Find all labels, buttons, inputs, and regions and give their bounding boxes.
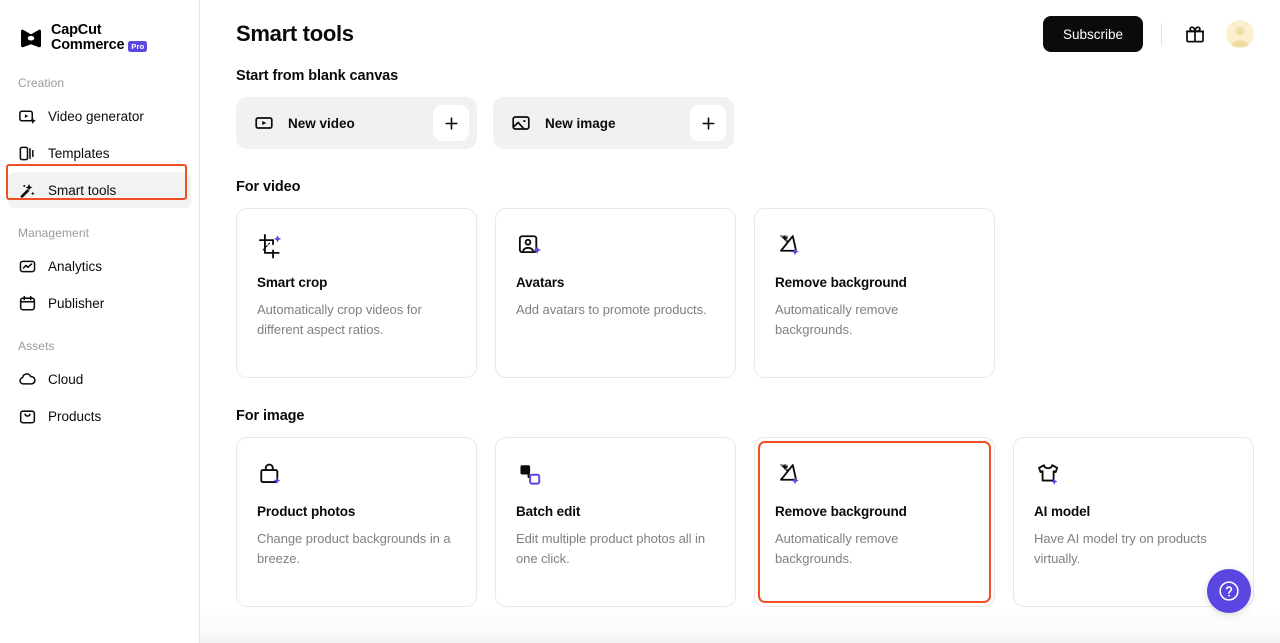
sidebar-item-label: Publisher <box>48 296 104 311</box>
publisher-calendar-icon <box>18 294 37 313</box>
sidebar-item-products[interactable]: Products <box>8 398 191 434</box>
sidebar-item-label: Video generator <box>48 109 144 124</box>
smart-crop-icon <box>257 231 456 261</box>
video-generator-icon <box>18 107 37 126</box>
cloud-icon <box>18 370 37 389</box>
blank-canvas-row: New video New i <box>236 97 1254 149</box>
tool-card-title: Product photos <box>257 504 456 519</box>
section-heading-for-image: For image <box>236 408 1254 424</box>
bottom-fade-overlay <box>200 607 1280 643</box>
top-bar-actions: Subscribe <box>1043 16 1254 52</box>
ai-model-shirt-icon <box>1034 460 1233 490</box>
magic-wand-icon <box>18 181 37 200</box>
sidebar-item-label: Smart tools <box>48 183 116 198</box>
analytics-icon <box>18 257 37 276</box>
tool-card-description: Add avatars to promote products. <box>516 300 715 320</box>
sidebar-item-publisher[interactable]: Publisher <box>8 285 191 321</box>
new-video-button[interactable]: New video <box>236 97 477 149</box>
avatars-icon <box>516 231 715 261</box>
sidebar-section-label-assets: Assets <box>0 339 199 353</box>
product-photos-icon <box>257 460 456 490</box>
tool-card-title: Avatars <box>516 275 715 290</box>
tool-card-description: Change product backgrounds in a breeze. <box>257 529 456 569</box>
main-content: Smart tools Subscribe <box>200 0 1280 643</box>
tool-card-title: Smart crop <box>257 275 456 290</box>
tool-card-title: Remove background <box>775 275 974 290</box>
sidebar: CapCut Commerce Pro Creation Video gener… <box>0 0 200 643</box>
templates-icon <box>18 144 37 163</box>
user-avatar[interactable] <box>1226 20 1254 48</box>
sidebar-item-smart-tools[interactable]: Smart tools <box>8 172 191 208</box>
sidebar-item-label: Cloud <box>48 372 83 387</box>
for-image-card-row: Product photos Change product background… <box>236 437 1254 607</box>
sidebar-item-video-generator[interactable]: Video generator <box>8 98 191 134</box>
tool-card-remove-background-video[interactable]: Remove background Automatically remove b… <box>754 208 995 378</box>
new-image-button[interactable]: New image <box>493 97 734 149</box>
batch-edit-icon <box>516 460 715 490</box>
tool-card-title: AI model <box>1034 504 1233 519</box>
page-title: Smart tools <box>236 21 354 47</box>
capcut-bowtie-logo-icon <box>18 25 44 51</box>
gift-icon[interactable] <box>1180 19 1210 49</box>
new-image-label: New image <box>545 116 690 131</box>
brand-name-line1: CapCut <box>51 23 147 38</box>
tool-card-title: Batch edit <box>516 504 715 519</box>
toolbar-divider <box>1161 23 1162 45</box>
remove-background-icon <box>775 460 974 490</box>
app-root: CapCut Commerce Pro Creation Video gener… <box>0 0 1280 643</box>
section-heading-for-video: For video <box>236 179 1254 195</box>
content-area: Start from blank canvas New video <box>200 68 1280 607</box>
tool-card-smart-crop[interactable]: Smart crop Automatically crop videos for… <box>236 208 477 378</box>
remove-background-icon <box>775 231 974 261</box>
brand-name-line2: Commerce <box>51 38 124 53</box>
subscribe-button[interactable]: Subscribe <box>1043 16 1143 52</box>
tool-card-description: Have AI model try on products virtually. <box>1034 529 1233 569</box>
sidebar-item-label: Templates <box>48 146 110 161</box>
tool-card-batch-edit[interactable]: Batch edit Edit multiple product photos … <box>495 437 736 607</box>
tool-card-description: Automatically crop videos for different … <box>257 300 456 340</box>
sidebar-item-label: Analytics <box>48 259 102 274</box>
image-icon <box>511 113 531 133</box>
sidebar-section-label-management: Management <box>0 226 199 240</box>
tool-card-avatars[interactable]: Avatars Add avatars to promote products. <box>495 208 736 378</box>
tool-card-remove-background-image[interactable]: Remove background Automatically remove b… <box>754 437 995 607</box>
section-heading-blank-canvas: Start from blank canvas <box>236 68 1254 84</box>
products-bag-icon <box>18 407 37 426</box>
sidebar-item-analytics[interactable]: Analytics <box>8 248 191 284</box>
tool-card-product-photos[interactable]: Product photos Change product background… <box>236 437 477 607</box>
top-bar: Smart tools Subscribe <box>200 0 1280 68</box>
pro-badge: Pro <box>128 41 147 51</box>
help-question-icon[interactable] <box>1207 569 1251 613</box>
tool-card-description: Automatically remove backgrounds. <box>775 300 974 340</box>
sidebar-section-label-creation: Creation <box>0 76 199 90</box>
tool-card-description: Edit multiple product photos all in one … <box>516 529 715 569</box>
sidebar-item-label: Products <box>48 409 101 424</box>
for-video-card-row: Smart crop Automatically crop videos for… <box>236 208 1254 378</box>
new-video-label: New video <box>288 116 433 131</box>
sidebar-item-cloud[interactable]: Cloud <box>8 361 191 397</box>
sidebar-item-templates[interactable]: Templates <box>8 135 191 171</box>
tool-card-description: Automatically remove backgrounds. <box>775 529 974 569</box>
plus-icon[interactable] <box>690 105 726 141</box>
brand-logo[interactable]: CapCut Commerce Pro <box>0 0 199 58</box>
video-play-icon <box>254 113 274 133</box>
plus-icon[interactable] <box>433 105 469 141</box>
tool-card-title: Remove background <box>775 504 974 519</box>
